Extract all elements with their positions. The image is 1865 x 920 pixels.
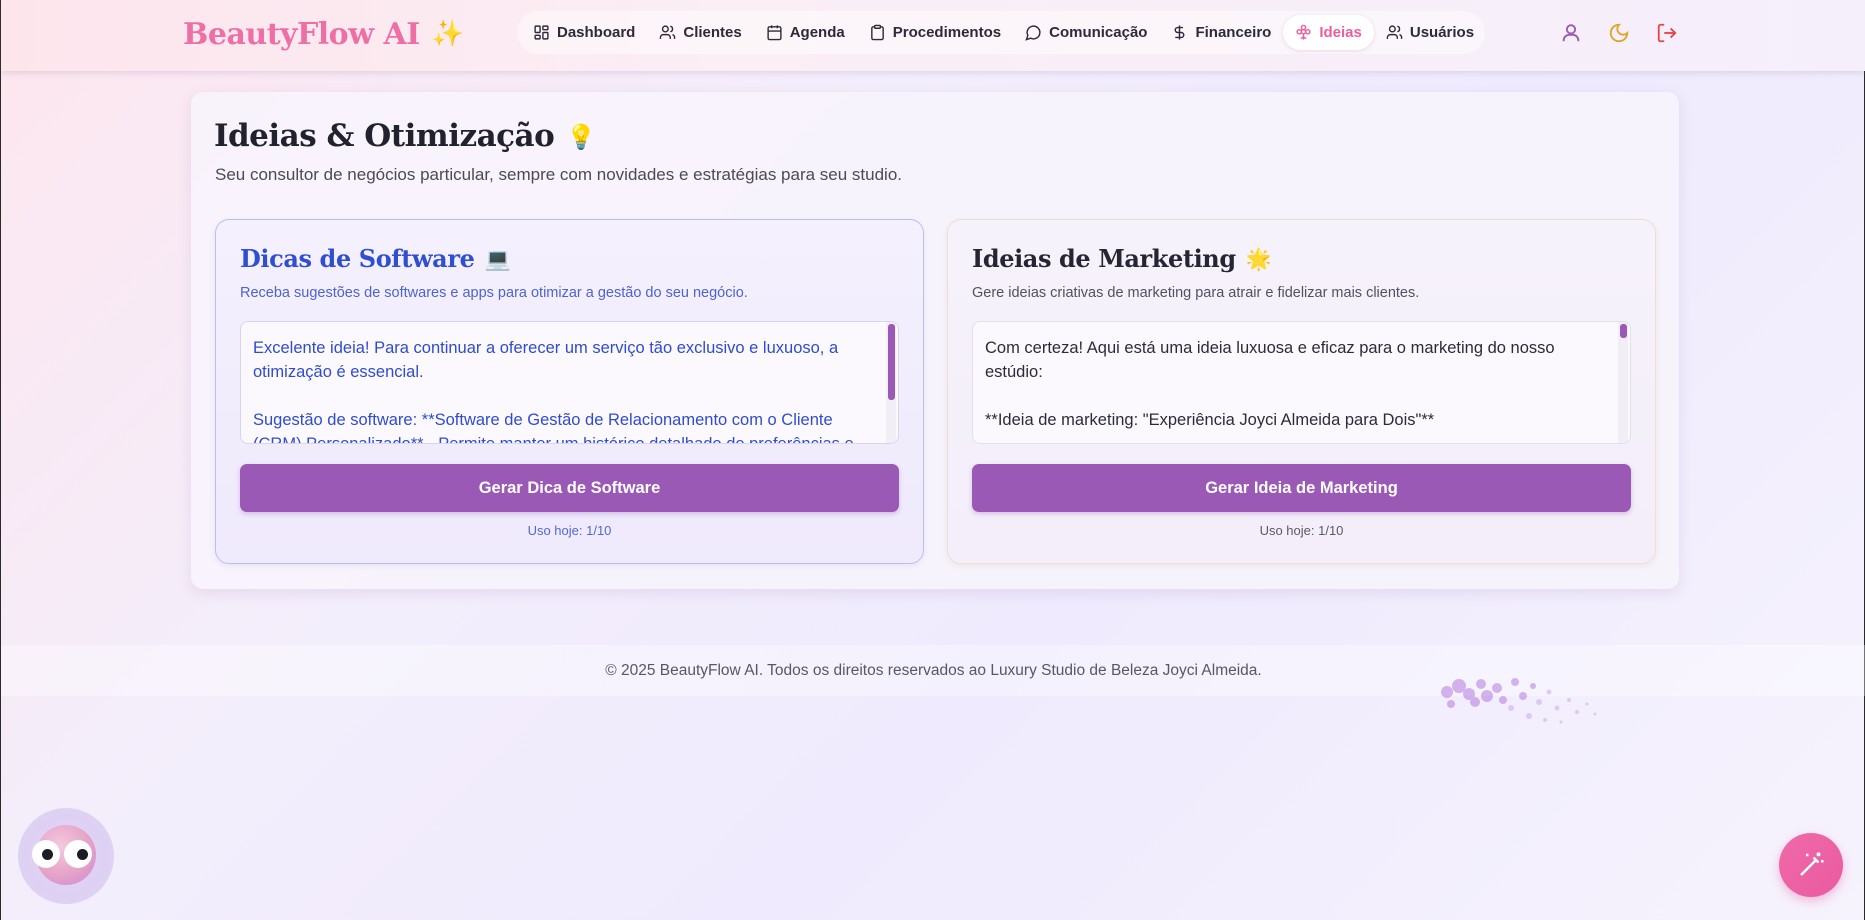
nav-label: Procedimentos	[892, 24, 1002, 41]
software-tips-panel: Dicas de Software 💻 Receba sugestões de …	[215, 219, 924, 564]
laptop-icon: 💻	[484, 245, 511, 271]
nav-item-clientes[interactable]: Clientes	[647, 15, 753, 50]
calendar-icon	[767, 25, 782, 41]
panel-title-text: Ideias de Marketing	[972, 244, 1236, 273]
scrollbar-thumb[interactable]	[888, 324, 895, 400]
mascot-pupil	[42, 849, 53, 860]
nav-label: Dashboard	[557, 24, 636, 41]
flower-icon	[1296, 24, 1311, 40]
marketing-idea-output[interactable]: Com certeza! Aqui está uma ideia luxuosa…	[972, 321, 1631, 444]
sparkles-icon: ✨	[431, 19, 464, 49]
scrollbar-thumb[interactable]	[1620, 324, 1627, 338]
panel-description: Gere ideias criativas de marketing para …	[972, 285, 1420, 301]
ideas-main-card: Ideias & Otimização 💡 Seu consultor de n…	[191, 92, 1679, 589]
lightbulb-icon: 💡	[566, 121, 596, 151]
panel-description: Receba sugestões de softwares e apps par…	[240, 285, 748, 301]
output-paragraph: **Ideia de marketing: "Experiência Joyci…	[985, 411, 1435, 429]
user-icon	[1562, 24, 1580, 42]
logout-button[interactable]	[1649, 15, 1685, 51]
brand-name: BeautyFlow AI	[183, 16, 420, 52]
dollar-icon	[1175, 25, 1185, 40]
nav-label: Agenda	[789, 24, 845, 41]
output-paragraph: Sugestão de software: **Software de Gest…	[253, 411, 854, 444]
logout-icon	[1657, 23, 1677, 43]
mascot-eyes-icon	[32, 825, 96, 885]
panel-title: Ideias de Marketing 🌟	[972, 244, 1272, 273]
page-subtitle: Seu consultor de negócios particular, se…	[215, 165, 903, 184]
top-navbar: BeautyFlow AI ✨ Dashboard Clientes Agend…	[1, 0, 1865, 71]
output-paragraph: Com certeza! Aqui está uma ideia luxuosa…	[985, 339, 1555, 381]
copyright-text: © 2025 BeautyFlow AI. Todos os direitos …	[605, 661, 1262, 679]
nav-label: Financeiro	[1195, 24, 1272, 41]
generate-software-tip-button[interactable]: Gerar Dica de Software	[240, 464, 899, 512]
assistant-mascot-button[interactable]	[18, 808, 114, 904]
theme-toggle-button[interactable]	[1601, 15, 1637, 51]
software-tip-output[interactable]: Excelente ideia! Para continuar a oferec…	[240, 321, 899, 444]
nav-item-ideias[interactable]: Ideias	[1283, 15, 1374, 50]
brand-logo[interactable]: BeautyFlow AI ✨	[183, 14, 464, 54]
clipboard-icon	[870, 24, 884, 41]
magic-assistant-button[interactable]	[1779, 833, 1843, 897]
nav-item-usuarios[interactable]: Usuários	[1374, 15, 1486, 50]
profile-button[interactable]	[1553, 15, 1589, 51]
nav-label: Ideias	[1319, 24, 1362, 41]
nav-item-financeiro[interactable]: Financeiro	[1159, 15, 1283, 50]
users-icon	[1386, 25, 1403, 39]
nav-item-dashboard[interactable]: Dashboard	[521, 15, 647, 50]
nav-item-agenda[interactable]: Agenda	[754, 15, 857, 50]
mascot-eye	[64, 840, 92, 868]
main-nav: Dashboard Clientes Agenda Procedimentos …	[517, 11, 1485, 54]
mascot-eye	[32, 840, 60, 868]
chat-bubble-icon	[1025, 25, 1041, 41]
nav-item-procedimentos[interactable]: Procedimentos	[857, 15, 1013, 50]
sun-icon: 🌟	[1245, 245, 1272, 271]
panel-title-text: Dicas de Software	[240, 244, 475, 273]
nav-item-comunicacao[interactable]: Comunicação	[1013, 15, 1159, 50]
nav-label: Usuários	[1409, 24, 1475, 41]
magic-wand-icon	[1800, 852, 1824, 876]
generate-marketing-idea-button[interactable]: Gerar Ideia de Marketing	[972, 464, 1631, 512]
sparkle-particles-icon	[1441, 678, 1597, 724]
scrollbar-track[interactable]	[1618, 322, 1628, 443]
nav-label: Comunicação	[1049, 24, 1148, 41]
usage-counter: Uso hoje: 1/10	[1259, 523, 1344, 538]
panel-title: Dicas de Software 💻	[240, 244, 511, 273]
usage-counter: Uso hoje: 1/10	[527, 523, 612, 538]
marketing-ideas-panel: Ideias de Marketing 🌟 Gere ideias criati…	[947, 219, 1656, 564]
output-paragraph: Excelente ideia! Para continuar a oferec…	[253, 339, 839, 381]
grid-icon	[534, 25, 549, 40]
nav-label: Clientes	[683, 24, 742, 41]
moon-icon	[1609, 23, 1629, 43]
page-title: Ideias & Otimização 💡	[214, 118, 596, 154]
page-title-text: Ideias & Otimização	[214, 118, 555, 154]
mascot-pupil	[77, 849, 88, 860]
users-icon	[660, 25, 676, 39]
